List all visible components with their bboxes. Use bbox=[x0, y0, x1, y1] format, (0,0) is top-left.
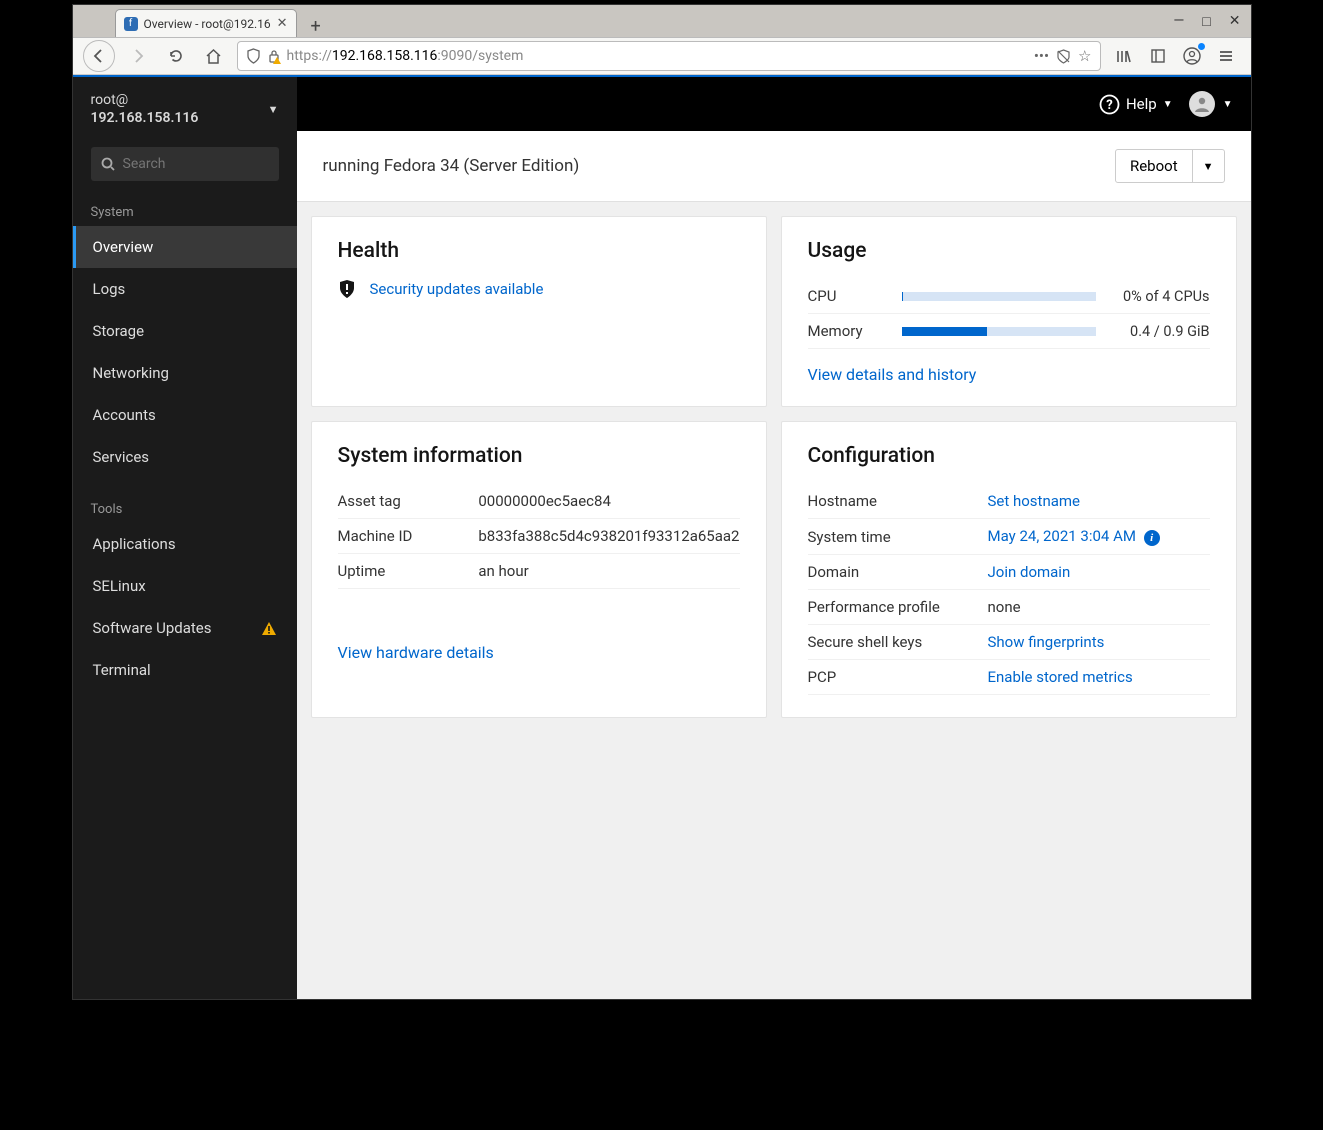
sidebar-item-storage[interactable]: Storage bbox=[73, 310, 297, 352]
table-row: Secure shell keysShow fingerprints bbox=[808, 625, 1210, 660]
page-action-icon[interactable]: ••• bbox=[1034, 47, 1049, 65]
config-card: Configuration HostnameSet hostnameSystem… bbox=[781, 421, 1237, 718]
search-input[interactable] bbox=[123, 156, 301, 172]
table-row: Machine IDb833fa388c5d4c938201f93312a65a… bbox=[338, 519, 740, 554]
chevron-down-icon: ▼ bbox=[1163, 99, 1173, 110]
usage-card: Usage CPU 0% of 4 CPUs Memory 0.4 / 0.9 … bbox=[781, 216, 1237, 407]
sidebar-section-system: System bbox=[73, 195, 297, 226]
table-row: System timeMay 24, 2021 3:04 AM i bbox=[808, 519, 1210, 555]
sidebar-icon[interactable] bbox=[1143, 41, 1173, 71]
health-card: Health Security updates available bbox=[311, 216, 767, 407]
sysinfo-table: Asset tag00000000ec5aec84Machine IDb833f… bbox=[338, 484, 740, 589]
browser-navbar: https://192.168.158.116:9090/system ••• … bbox=[73, 37, 1251, 75]
table-row: Performance profilenone bbox=[808, 590, 1210, 625]
user-label: root@ bbox=[91, 91, 199, 109]
shield-icon[interactable] bbox=[246, 48, 261, 64]
config-table: HostnameSet hostnameSystem timeMay 24, 2… bbox=[808, 484, 1210, 695]
card-title: Usage bbox=[808, 239, 1210, 263]
back-button[interactable] bbox=[83, 40, 115, 72]
config-link[interactable]: Show fingerprints bbox=[988, 633, 1105, 651]
chevron-down-icon: ▼ bbox=[1223, 99, 1233, 110]
card-title: Configuration bbox=[808, 444, 1210, 468]
user-menu[interactable]: ▼ bbox=[1189, 91, 1233, 117]
security-updates-link[interactable]: Security updates available bbox=[370, 280, 544, 298]
config-link[interactable]: Join domain bbox=[988, 563, 1071, 581]
topbar: ? Help ▼ ▼ bbox=[297, 77, 1251, 131]
warning-icon bbox=[261, 621, 277, 636]
chevron-down-icon: ▼ bbox=[268, 103, 279, 116]
config-link[interactable]: Set hostname bbox=[988, 492, 1081, 510]
account-icon[interactable] bbox=[1177, 41, 1207, 71]
url-text: https://192.168.158.116:9090/system bbox=[287, 48, 1028, 64]
tab-title: Overview - root@192.16 bbox=[144, 17, 271, 31]
chevron-down-icon[interactable]: ▼ bbox=[1193, 153, 1224, 180]
info-icon[interactable]: i bbox=[1144, 530, 1160, 546]
reload-button[interactable] bbox=[161, 41, 191, 71]
sysinfo-card: System information Asset tag00000000ec5a… bbox=[311, 421, 767, 718]
sidebar-section-tools: Tools bbox=[73, 492, 297, 523]
library-icon[interactable] bbox=[1109, 41, 1139, 71]
sidebar-item-accounts[interactable]: Accounts bbox=[73, 394, 297, 436]
usage-memory-row: Memory 0.4 / 0.9 GiB bbox=[808, 314, 1210, 349]
search-icon bbox=[101, 157, 115, 171]
fedora-favicon: f bbox=[124, 17, 138, 31]
sidebar: root@ 192.168.158.116 ▼ System Overview … bbox=[73, 77, 297, 999]
table-row: HostnameSet hostname bbox=[808, 484, 1210, 519]
menu-icon[interactable] bbox=[1211, 41, 1241, 71]
window-controls: — □ ✕ bbox=[1173, 13, 1240, 30]
help-icon: ? bbox=[1099, 94, 1120, 115]
window-close[interactable]: ✕ bbox=[1229, 13, 1241, 30]
cpu-bar bbox=[902, 292, 1096, 301]
sidebar-item-services[interactable]: Services bbox=[73, 436, 297, 478]
sidebar-item-overview[interactable]: Overview bbox=[73, 226, 297, 268]
reboot-button[interactable]: Reboot ▼ bbox=[1115, 149, 1225, 183]
page-header: running Fedora 34 (Server Edition) Reboo… bbox=[297, 131, 1251, 202]
window-maximize[interactable]: □ bbox=[1202, 13, 1210, 30]
reader-icon[interactable] bbox=[1055, 49, 1072, 64]
memory-bar bbox=[902, 327, 1096, 336]
hardware-details-link[interactable]: View hardware details bbox=[338, 643, 494, 662]
home-button[interactable] bbox=[199, 41, 229, 71]
avatar bbox=[1189, 91, 1215, 117]
table-row: Asset tag00000000ec5aec84 bbox=[338, 484, 740, 519]
sidebar-item-logs[interactable]: Logs bbox=[73, 268, 297, 310]
sidebar-item-applications[interactable]: Applications bbox=[73, 523, 297, 565]
table-row: DomainJoin domain bbox=[808, 555, 1210, 590]
url-bar[interactable]: https://192.168.158.116:9090/system ••• … bbox=[237, 41, 1101, 71]
sidebar-item-networking[interactable]: Networking bbox=[73, 352, 297, 394]
usage-cpu-row: CPU 0% of 4 CPUs bbox=[808, 279, 1210, 314]
browser-tab[interactable]: f Overview - root@192.16 ✕ bbox=[115, 9, 297, 37]
config-link[interactable]: Enable stored metrics bbox=[988, 668, 1133, 686]
card-title: System information bbox=[338, 444, 740, 468]
shield-alert-icon bbox=[338, 279, 356, 299]
usage-details-link[interactable]: View details and history bbox=[808, 365, 977, 384]
config-link[interactable]: May 24, 2021 3:04 AM bbox=[988, 527, 1136, 545]
bookmark-icon[interactable]: ☆ bbox=[1078, 47, 1091, 65]
forward-button bbox=[123, 41, 153, 71]
sidebar-item-software-updates[interactable]: Software Updates bbox=[73, 607, 297, 649]
svg-text:?: ? bbox=[1106, 98, 1112, 113]
main-content: ? Help ▼ ▼ running Fedora 34 (Server Edi… bbox=[297, 77, 1251, 999]
window-minimize[interactable]: — bbox=[1173, 13, 1184, 30]
help-button[interactable]: ? Help ▼ bbox=[1099, 94, 1173, 115]
host-label: 192.168.158.116 bbox=[91, 109, 199, 127]
close-icon[interactable]: ✕ bbox=[277, 16, 288, 31]
host-switcher[interactable]: root@ 192.168.158.116 ▼ bbox=[73, 77, 297, 141]
new-tab-button[interactable]: + bbox=[305, 16, 327, 37]
sidebar-search[interactable] bbox=[91, 147, 279, 181]
table-row: PCPEnable stored metrics bbox=[808, 660, 1210, 695]
card-title: Health bbox=[338, 239, 740, 263]
sidebar-item-terminal[interactable]: Terminal bbox=[73, 649, 297, 691]
browser-tabbar: f Overview - root@192.16 ✕ + bbox=[73, 5, 1251, 37]
page-subtitle: running Fedora 34 (Server Edition) bbox=[323, 156, 580, 176]
table-row: Uptimean hour bbox=[338, 554, 740, 589]
sidebar-item-selinux[interactable]: SELinux bbox=[73, 565, 297, 607]
lock-warning-icon[interactable] bbox=[267, 49, 281, 64]
